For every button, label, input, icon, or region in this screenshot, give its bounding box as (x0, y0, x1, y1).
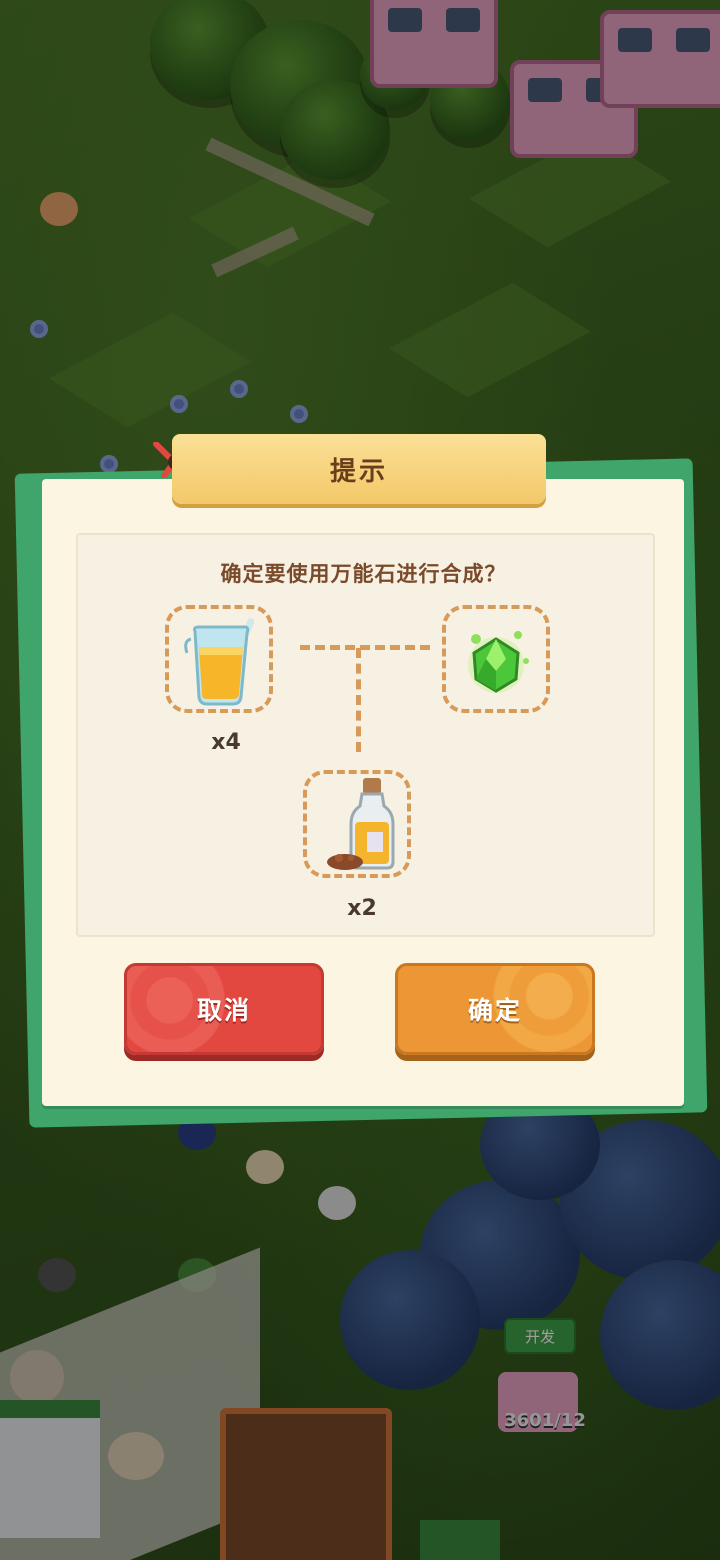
ingredient-slot (303, 770, 411, 878)
ingredient-slot (165, 605, 273, 713)
connector-line (300, 645, 430, 650)
confirm-button[interactable]: 确定 (395, 963, 595, 1055)
cancel-button-label: 取消 (196, 996, 251, 1025)
spice-bottle-icon (327, 778, 395, 870)
result-slot (442, 605, 550, 713)
ingredient-count-label: x2 (347, 896, 377, 921)
juice-cup-icon (184, 618, 255, 706)
cancel-button[interactable]: 取消 (124, 963, 324, 1055)
connector-line (356, 648, 361, 752)
dialog-question: 确定要使用万能石进行合成？ (220, 562, 507, 586)
dialog-title: 提示 (329, 456, 388, 487)
confirm-button-label: 确定 (467, 996, 522, 1025)
ingredient-count-label: x4 (211, 730, 241, 755)
green-crystal-icon (468, 631, 529, 693)
dialog-title-tab: 提示 (172, 434, 546, 504)
